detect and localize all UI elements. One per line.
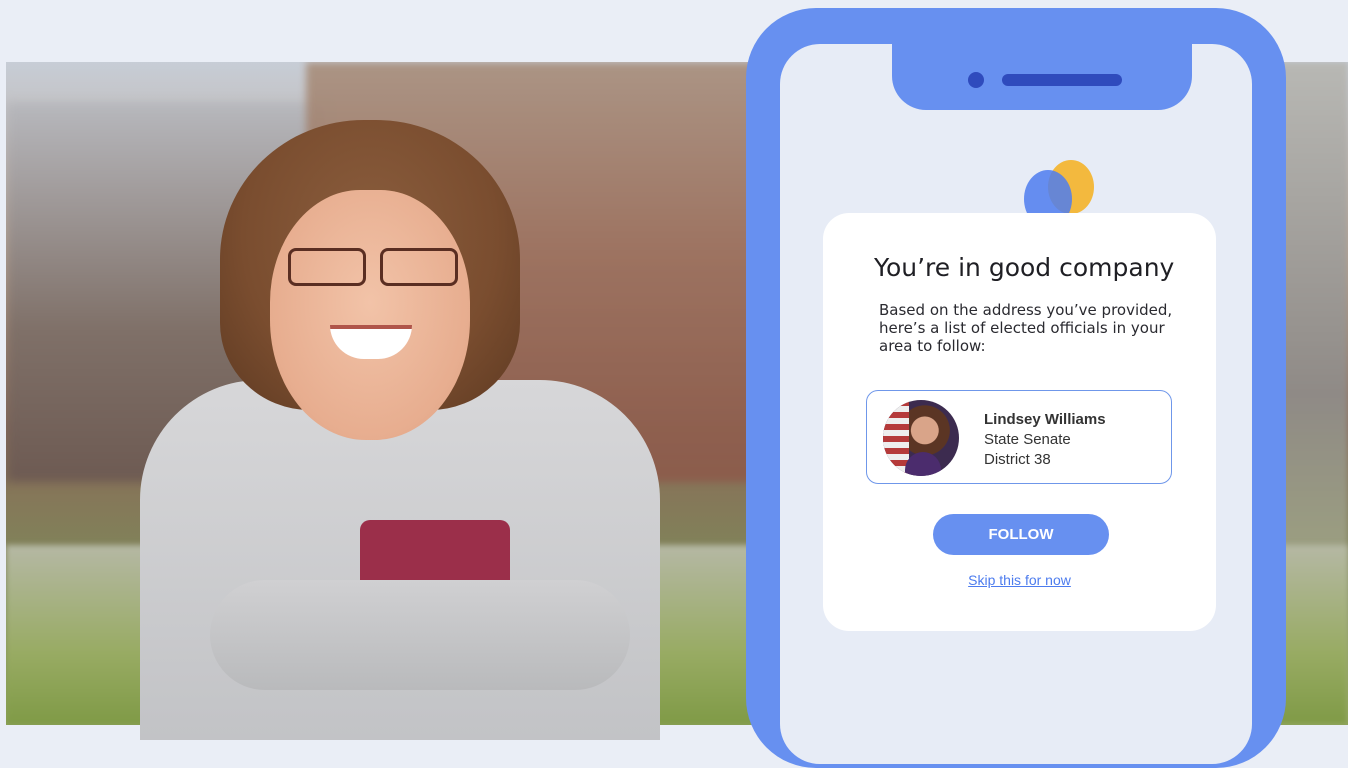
speaker-icon bbox=[1002, 74, 1122, 86]
crossed-arms bbox=[210, 580, 630, 690]
glasses bbox=[288, 248, 458, 286]
phone-notch bbox=[892, 44, 1192, 110]
official-office: State Senate bbox=[984, 431, 1071, 448]
follow-button[interactable]: FOLLOW bbox=[933, 514, 1109, 555]
official-avatar bbox=[883, 400, 959, 476]
skip-link[interactable]: Skip this for now bbox=[823, 572, 1216, 588]
face bbox=[270, 190, 470, 440]
card-title: You’re in good company bbox=[874, 253, 1175, 282]
card-description: Based on the address you’ve provided, he… bbox=[879, 301, 1173, 355]
official-name: Lindsey Williams bbox=[984, 411, 1106, 428]
camera-icon bbox=[968, 72, 984, 88]
follow-officials-card: You’re in good company Based on the addr… bbox=[823, 213, 1216, 631]
official-card[interactable]: Lindsey Williams State Senate District 3… bbox=[866, 390, 1172, 484]
smiling-woman-figure bbox=[140, 120, 660, 740]
official-district: District 38 bbox=[984, 451, 1051, 468]
